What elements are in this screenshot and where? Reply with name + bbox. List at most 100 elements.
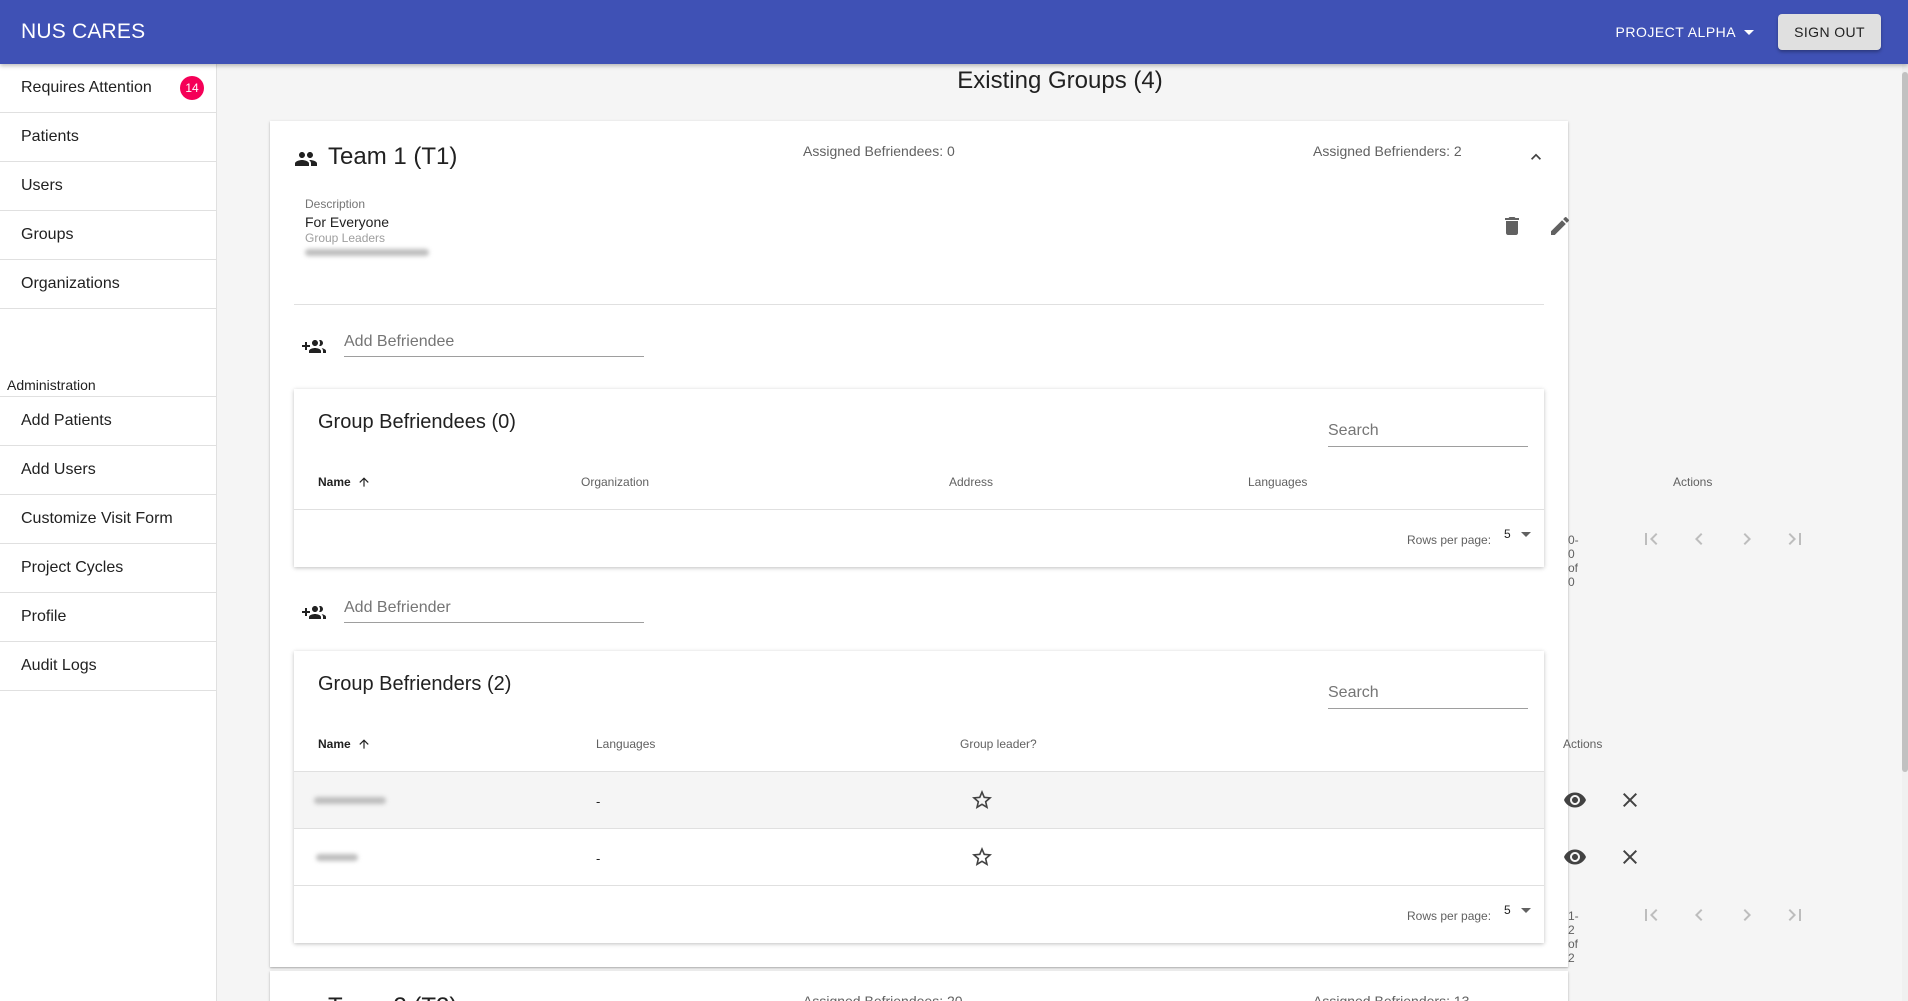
sidebar-item-profile[interactable]: Profile [0, 593, 216, 642]
group-icon [295, 152, 317, 166]
dropdown-caret-icon [1520, 531, 1531, 537]
rows-per-page-value: 5 [1504, 903, 1511, 917]
group-name: Team 1 (T1) [328, 143, 458, 170]
star-outline-icon[interactable] [970, 845, 994, 869]
column-header-name[interactable]: Name [318, 475, 371, 489]
star-outline-icon[interactable] [970, 788, 994, 812]
column-header-actions: Actions [1563, 737, 1603, 751]
sidebar-item-organizations[interactable]: Organizations [0, 260, 216, 309]
last-page-icon[interactable] [1783, 527, 1807, 551]
assigned-befrienders-count: Assigned Befrienders: 13 [1313, 993, 1470, 1001]
sidebar-admin-header: Administration [0, 373, 216, 397]
last-page-icon[interactable] [1783, 903, 1807, 927]
group-name: Team 2 (T2) [328, 993, 457, 1001]
group-card-team-1: Team 1 (T1) Assigned Befriendees: 0 Assi… [270, 121, 1801, 967]
befrienders-table-title: Group Befrienders (2) [318, 673, 512, 695]
sidebar-item-requires-attention[interactable]: Requires Attention 14 [0, 64, 216, 113]
sidebar-item-customize-visit-form[interactable]: Customize Visit Form [0, 495, 216, 544]
sidebar-item-label: Project Cycles [21, 559, 124, 576]
sidebar-item-patients[interactable]: Patients [0, 113, 216, 162]
expand-less-icon[interactable] [1526, 147, 1546, 167]
column-header-languages: Languages [1248, 475, 1308, 489]
befriender-languages: - [596, 794, 601, 809]
befriender-name-redacted [316, 854, 358, 861]
sign-out-button[interactable]: SIGN OUT [1778, 14, 1881, 50]
rows-per-page-value: 5 [1504, 527, 1511, 541]
table-row[interactable]: - [294, 772, 1637, 829]
befriender-name-redacted [314, 797, 386, 804]
app-bar-actions: PROJECT ALPHA SIGN OUT [1616, 14, 1881, 50]
card-bottom-spacer [270, 943, 1568, 967]
group-leaders-label: Group Leaders [305, 231, 386, 245]
group-befrienders-table: Group Befrienders (2) Name Languages Gro… [294, 651, 1801, 965]
group-card-team-2: Team 2 (T2) Assigned Befriendees: 20 Ass… [270, 971, 1568, 1001]
column-header-label: Name [318, 737, 351, 751]
column-header-name[interactable]: Name [318, 737, 371, 751]
chevron-left-icon[interactable] [1687, 903, 1711, 927]
sidebar: Requires Attention 14 Patients Users Gro… [0, 64, 217, 1001]
first-page-icon[interactable] [1639, 903, 1663, 927]
befrienders-search-input[interactable] [1328, 677, 1528, 709]
group-add-icon [302, 606, 326, 619]
add-befriendee-row [270, 305, 1568, 389]
table-header-divider [294, 509, 1544, 510]
table-row[interactable]: - [294, 829, 1637, 886]
sidebar-item-label: Organizations [21, 275, 120, 292]
pagination-range: 0-0 of 0 [1568, 533, 1579, 589]
assigned-befriendees-count: Assigned Befriendees: 20 [803, 993, 963, 1001]
befriender-languages: - [596, 851, 601, 866]
group-befriendees-table: Group Befriendees (0) Name Organization … [294, 389, 1801, 589]
delete-icon[interactable] [1500, 214, 1524, 238]
chevron-right-icon[interactable] [1735, 527, 1759, 551]
group-leaders-value-redacted [305, 249, 429, 256]
group-add-icon [302, 340, 326, 353]
scrollbar-thumb[interactable] [1902, 72, 1908, 772]
expand-more-icon[interactable] [1526, 997, 1546, 1001]
sort-arrow-up-icon [359, 477, 369, 487]
sidebar-item-add-users[interactable]: Add Users [0, 446, 216, 495]
project-selector-label: PROJECT ALPHA [1615, 24, 1737, 40]
sidebar-item-users[interactable]: Users [0, 162, 216, 211]
description-value: For Everyone [305, 214, 390, 230]
app-title[interactable]: NUS CARES [21, 20, 145, 44]
sidebar-item-add-patients[interactable]: Add Patients [0, 397, 216, 446]
sidebar-item-label: Groups [21, 226, 74, 243]
column-header-actions: Actions [1673, 475, 1713, 489]
sidebar-item-audit-logs[interactable]: Audit Logs [0, 642, 216, 691]
sidebar-item-project-cycles[interactable]: Project Cycles [0, 544, 216, 593]
sidebar-item-label: Patients [21, 128, 79, 145]
rows-per-page-select[interactable]: 5 [1504, 903, 1531, 917]
sidebar-item-label: Profile [21, 608, 67, 625]
edit-icon[interactable] [1548, 214, 1572, 238]
first-page-icon[interactable] [1639, 527, 1663, 551]
add-befriendee-input[interactable] [344, 327, 644, 357]
group-icon [294, 997, 318, 1001]
visibility-icon[interactable] [1563, 788, 1587, 812]
sidebar-item-label: Requires Attention [21, 79, 152, 96]
rows-per-page-label: Rows per page: [1407, 533, 1492, 547]
group-card-header[interactable]: Team 1 (T1) Assigned Befriendees: 0 Assi… [270, 121, 1568, 193]
close-icon[interactable] [1618, 788, 1642, 812]
column-header-address: Address [949, 475, 994, 489]
column-header-organization: Organization [581, 475, 650, 489]
sidebar-item-groups[interactable]: Groups [0, 211, 216, 260]
page-title: Existing Groups (4) [957, 67, 1163, 94]
attention-count-badge: 14 [180, 76, 204, 100]
group-card-header[interactable]: Team 2 (T2) Assigned Befriendees: 20 Ass… [270, 971, 1568, 1001]
chevron-left-icon[interactable] [1687, 527, 1711, 551]
befriendees-search-input[interactable] [1328, 415, 1528, 447]
description-label: Description [305, 197, 366, 211]
add-befriender-input[interactable] [344, 593, 644, 623]
visibility-icon[interactable] [1563, 845, 1587, 869]
close-icon[interactable] [1618, 845, 1642, 869]
project-selector-button[interactable]: PROJECT ALPHA [1616, 24, 1755, 40]
sidebar-item-label: Users [21, 177, 63, 194]
app-bar: NUS CARES PROJECT ALPHA SIGN OUT [0, 0, 1908, 64]
column-header-group-leader: Group leader? [960, 737, 1037, 751]
rows-per-page-select[interactable]: 5 [1504, 527, 1531, 541]
main-content: Existing Groups (4) Team 1 (T1) Assigned… [218, 64, 1908, 1001]
befriendees-pagination: Rows per page: 5 0-0 of 0 [294, 511, 1801, 589]
add-befriender-row [270, 567, 1568, 651]
chevron-right-icon[interactable] [1735, 903, 1759, 927]
